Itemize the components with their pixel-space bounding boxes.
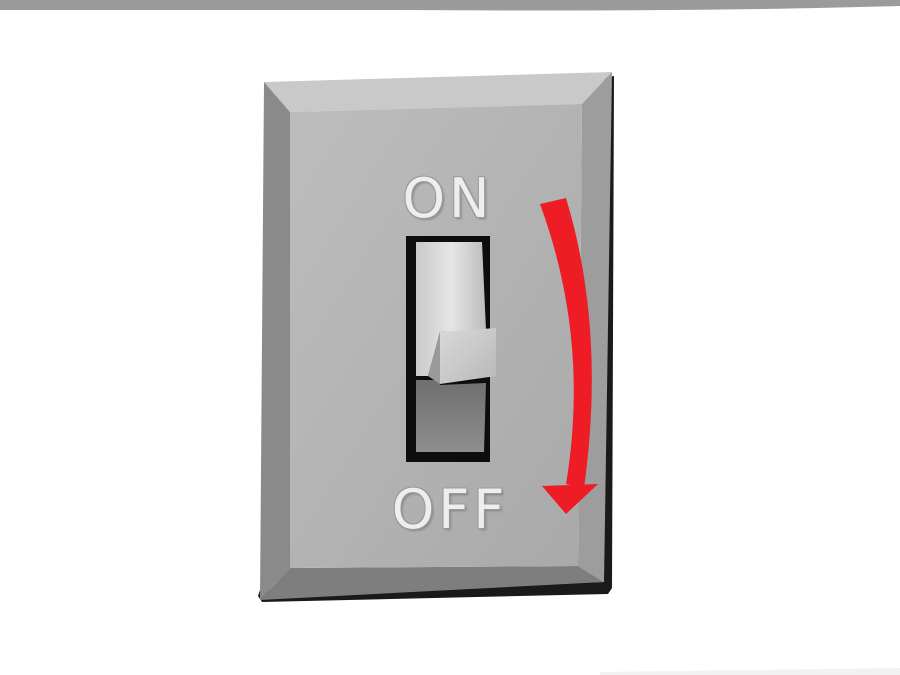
- toggle-cap: [440, 328, 496, 384]
- light-switch-scene: [0, 0, 900, 675]
- plate-bevel-left: [260, 82, 290, 600]
- off-label: OFF: [391, 478, 509, 541]
- toggle-paddle-lower: [416, 380, 486, 452]
- on-label: ON: [402, 167, 494, 230]
- floor-shadow: [600, 668, 900, 675]
- toggle-switch[interactable]: [406, 236, 496, 462]
- top-edge-strip: [0, 0, 900, 11]
